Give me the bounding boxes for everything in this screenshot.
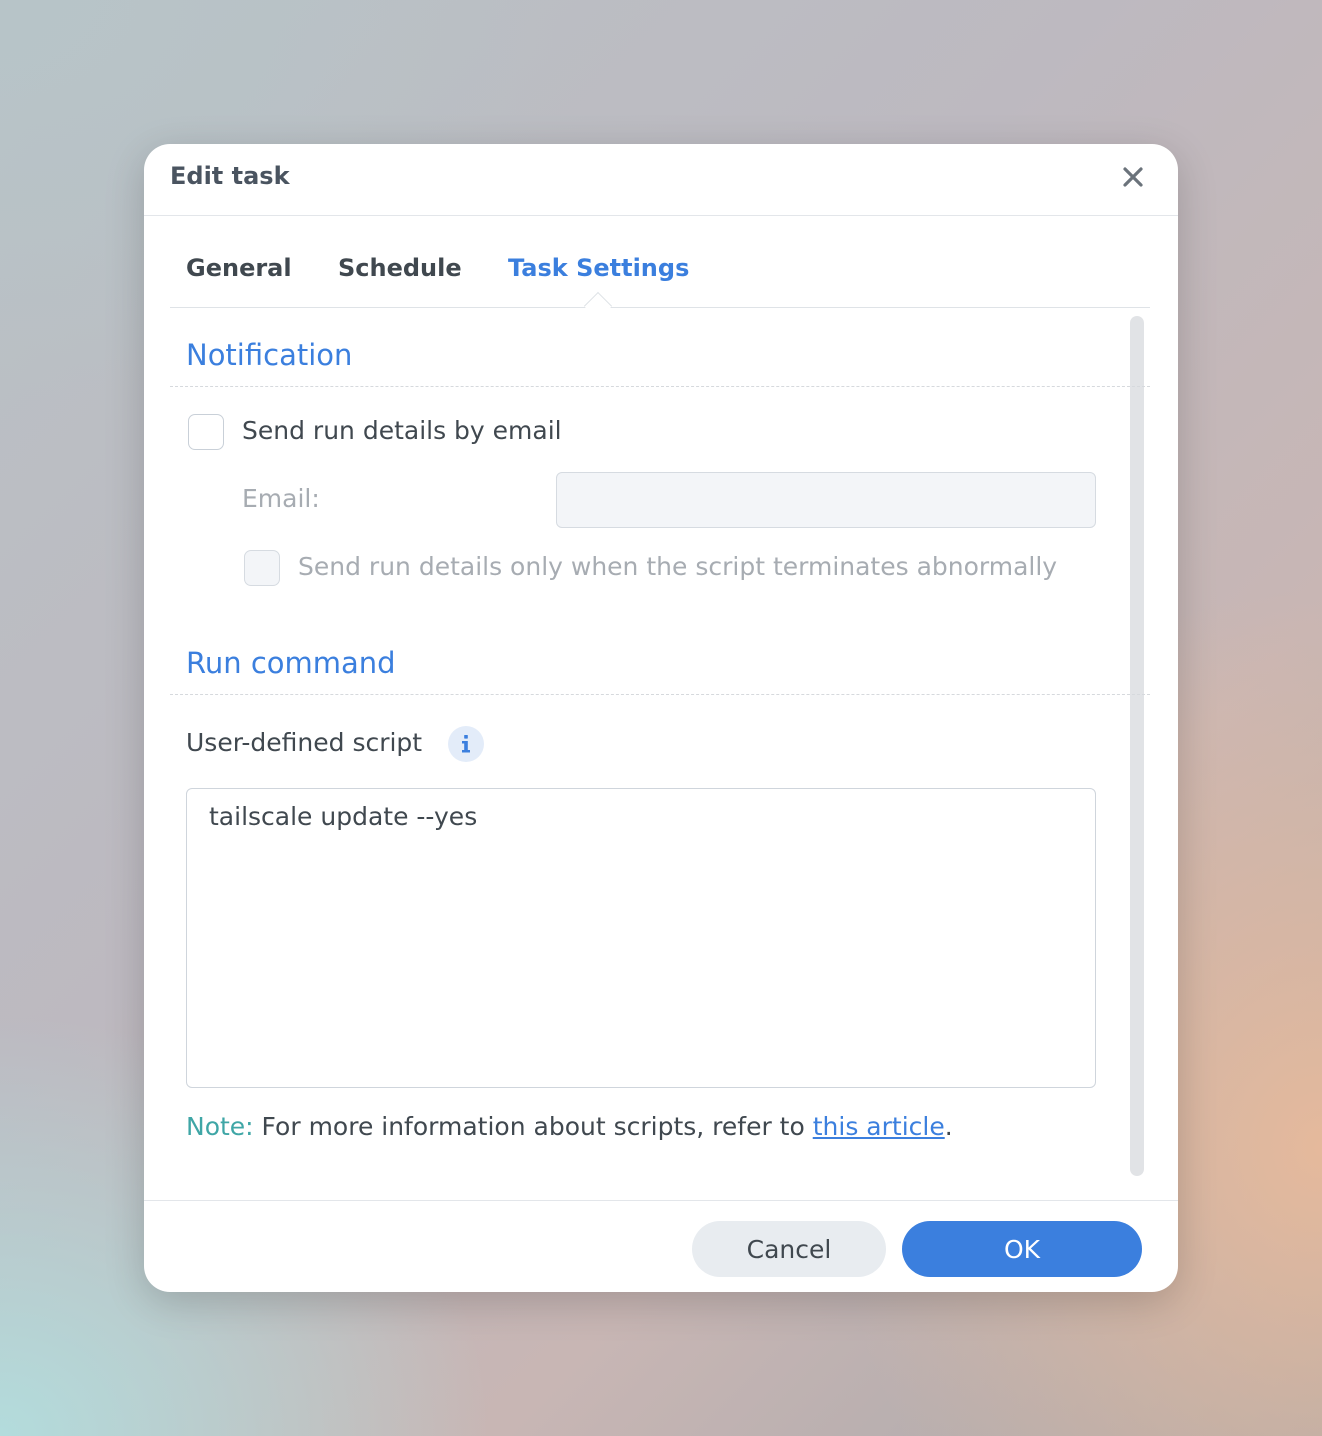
close-icon[interactable] xyxy=(1118,162,1148,192)
note-body: For more information about scripts, refe… xyxy=(253,1112,813,1141)
dialog-title: Edit task xyxy=(170,162,290,190)
edit-task-dialog: Edit task General Schedule Task Settings… xyxy=(144,144,1178,1292)
tab-schedule[interactable]: Schedule xyxy=(338,254,462,282)
note-text: Note: For more information about scripts… xyxy=(186,1112,953,1141)
note-suffix: . xyxy=(944,1112,953,1141)
section-divider xyxy=(170,386,1150,387)
scrollbar[interactable] xyxy=(1130,316,1144,1176)
tab-task-settings[interactable]: Task Settings xyxy=(508,254,689,282)
active-tab-indicator xyxy=(583,291,613,321)
this-article-link[interactable]: this article xyxy=(813,1112,945,1141)
run-command-section-title: Run command xyxy=(186,646,396,680)
send-email-checkbox[interactable] xyxy=(188,414,224,450)
dialog-header: Edit task xyxy=(144,144,1178,216)
abnormal-only-checkbox[interactable] xyxy=(244,550,280,586)
script-label: User-defined script xyxy=(186,728,423,757)
info-icon[interactable] xyxy=(448,726,484,762)
send-email-label: Send run details by email xyxy=(242,416,562,445)
tab-general[interactable]: General xyxy=(186,254,292,282)
cancel-button[interactable]: Cancel xyxy=(692,1221,886,1277)
abnormal-only-label: Send run details only when the script te… xyxy=(298,552,1058,581)
note-prefix: Note: xyxy=(186,1112,254,1141)
script-textarea[interactable]: tailscale update --yes xyxy=(186,788,1096,1088)
ok-button[interactable]: OK xyxy=(902,1221,1142,1277)
email-field[interactable] xyxy=(556,472,1096,528)
email-label: Email: xyxy=(242,484,320,513)
dialog-footer: Cancel OK xyxy=(144,1200,1178,1292)
tab-bar: General Schedule Task Settings xyxy=(170,244,1150,321)
section-divider xyxy=(170,694,1150,695)
notification-section-title: Notification xyxy=(186,338,353,372)
